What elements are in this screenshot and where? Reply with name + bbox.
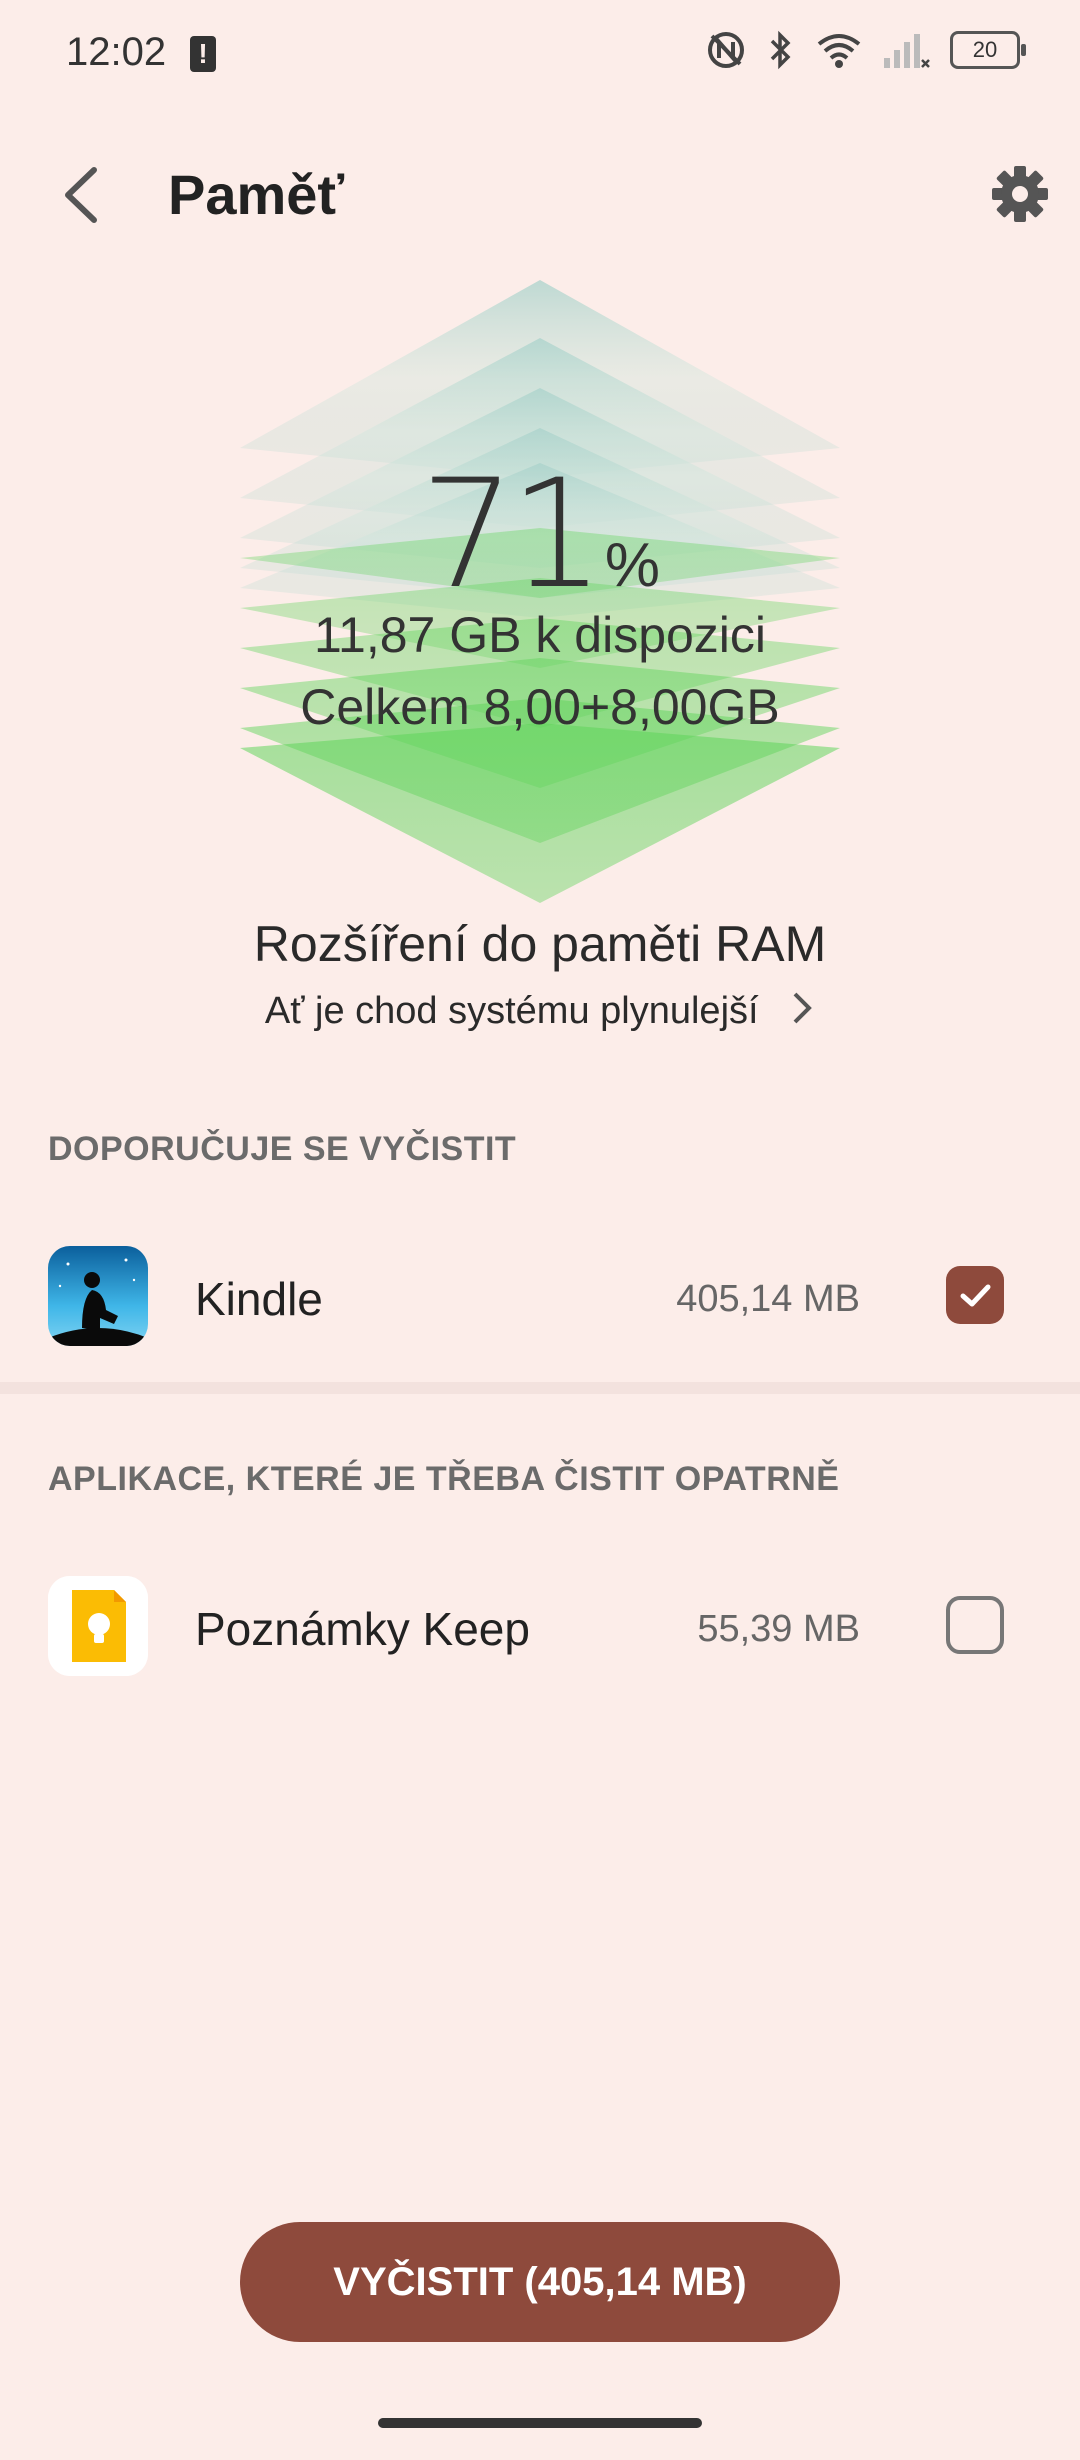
bluetooth-icon xyxy=(766,30,796,70)
battery-icon: 20 xyxy=(950,31,1026,69)
app-name: Kindle xyxy=(195,1273,323,1325)
nfc-icon xyxy=(706,30,746,70)
list-item-keep[interactable]: Poznámky Keep 55,39 MB xyxy=(0,1556,1080,1696)
select-checkbox-kindle[interactable] xyxy=(946,1266,1004,1324)
app-size: 405,14 MB xyxy=(676,1278,860,1320)
available-memory: 11,87 GB k dispozici xyxy=(313,607,767,663)
section-divider xyxy=(0,1382,1080,1394)
keep-icon xyxy=(48,1576,148,1676)
status-bar: 12:02 ! 20 xyxy=(0,0,1080,110)
back-button[interactable] xyxy=(50,160,120,230)
chevron-right-icon xyxy=(791,990,815,1036)
select-checkbox-keep[interactable] xyxy=(946,1596,1004,1654)
percent-sign: % xyxy=(604,531,660,600)
memory-usage-graphic: 71% 11,87 GB k dispozici Celkem 8,00+8,0… xyxy=(220,278,860,908)
ram-extension-title: Rozšíření do paměti RAM xyxy=(253,916,827,972)
check-icon xyxy=(960,1284,991,1307)
clean-button[interactable]: VYČISTIT (405,14 MB) xyxy=(240,2222,840,2342)
notification-alert-icon xyxy=(190,36,216,72)
back-arrow-icon xyxy=(65,167,97,223)
app-name: Poznámky Keep xyxy=(195,1603,530,1655)
app-size: 55,39 MB xyxy=(697,1608,860,1650)
section-header-recommended: DOPORUČUJE SE VYČISTIT xyxy=(48,1130,517,1168)
status-time: 12:02 xyxy=(66,30,167,74)
percent-value: 71 xyxy=(419,448,605,622)
settings-button[interactable] xyxy=(988,162,1052,226)
kindle-icon xyxy=(48,1246,148,1346)
total-memory: Celkem 8,00+8,00GB xyxy=(300,679,780,735)
section-header-careful: APLIKACE, KTERÉ JE TŘEBA ČISTIT OPATRNĚ xyxy=(48,1460,840,1498)
page-title: Paměť xyxy=(168,163,345,226)
list-item-kindle[interactable]: Kindle 405,14 MB xyxy=(0,1226,1080,1366)
gear-icon xyxy=(992,166,1048,222)
home-indicator[interactable] xyxy=(378,2418,702,2428)
header: Paměť xyxy=(0,140,1080,250)
ram-extension-subtitle: Ať je chod systému plynulejší xyxy=(264,990,759,1033)
signal-icon xyxy=(882,30,930,70)
memory-screen: 12:02 ! 20 Paměť 71% 11,87 GB k dispozic… xyxy=(0,0,1080,2460)
ram-extension-link[interactable]: Ať je chod systému plynulejší xyxy=(0,990,1080,1036)
status-icons: 20 xyxy=(706,30,1026,70)
memory-percent: 71% xyxy=(220,448,860,622)
wifi-icon xyxy=(816,30,862,70)
